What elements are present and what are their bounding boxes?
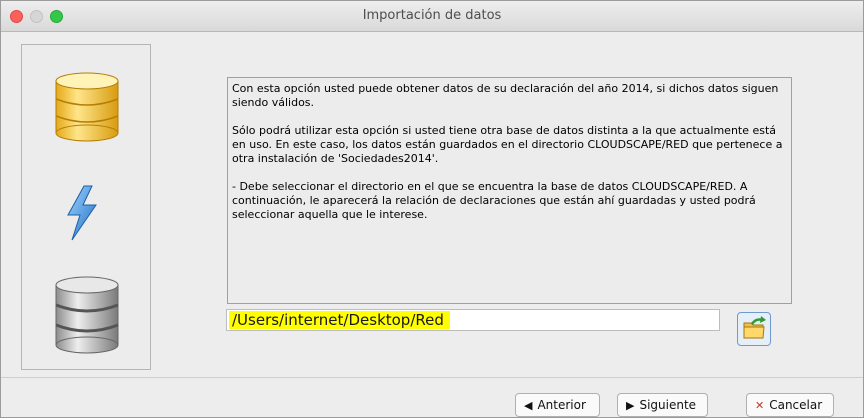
previous-button[interactable]: ◀ Anterior [515, 393, 600, 417]
database-gold-icon [55, 72, 119, 142]
previous-button-label: Anterior [537, 398, 586, 412]
title-bar: Importación de datos [1, 1, 863, 32]
directory-path-field[interactable]: /Users/internet/Desktop/Red [226, 309, 720, 331]
x-icon: ✕ [755, 399, 765, 412]
cancel-button-label: Cancelar [769, 398, 823, 412]
cancel-button[interactable]: ✕ Cancelar [746, 393, 834, 417]
next-button-label: Siguiente [639, 398, 697, 412]
import-dialog: Importación de datos Con esta opción ust… [0, 0, 864, 418]
triangle-right-icon: ▶ [626, 399, 635, 412]
triangle-left-icon: ◀ [524, 399, 533, 412]
folder-arrow-icon [743, 316, 766, 339]
footer-divider [1, 377, 863, 378]
directory-path-value: /Users/internet/Desktop/Red [229, 311, 450, 329]
info-paragraph: - Debe seleccionar el directorio en el q… [232, 180, 756, 221]
sidebar-illustration [21, 44, 151, 370]
next-button[interactable]: ▶ Siguiente [617, 393, 708, 417]
lightning-icon [67, 185, 97, 241]
window-title: Importación de datos [362, 8, 502, 23]
info-paragraph: Sólo podrá utilizar esta opción si usted… [232, 124, 783, 165]
info-text-box: Con esta opción usted puede obtener dato… [227, 77, 792, 304]
database-gray-icon [55, 276, 119, 354]
info-paragraph: Con esta opción usted puede obtener dato… [232, 82, 779, 109]
dialog-content: Con esta opción usted puede obtener dato… [1, 32, 863, 417]
browse-folder-button[interactable] [737, 312, 771, 346]
